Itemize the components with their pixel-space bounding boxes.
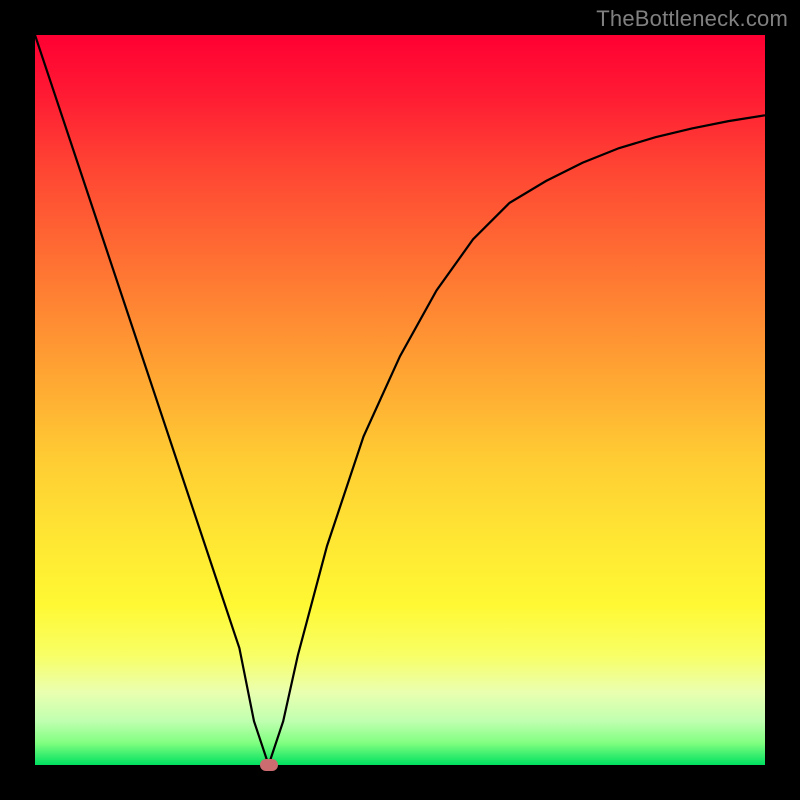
- chart-frame: TheBottleneck.com: [0, 0, 800, 800]
- plot-area: [35, 35, 765, 765]
- bottleneck-curve: [35, 35, 765, 765]
- minimum-marker-icon: [260, 759, 278, 771]
- watermark-text: TheBottleneck.com: [596, 6, 788, 32]
